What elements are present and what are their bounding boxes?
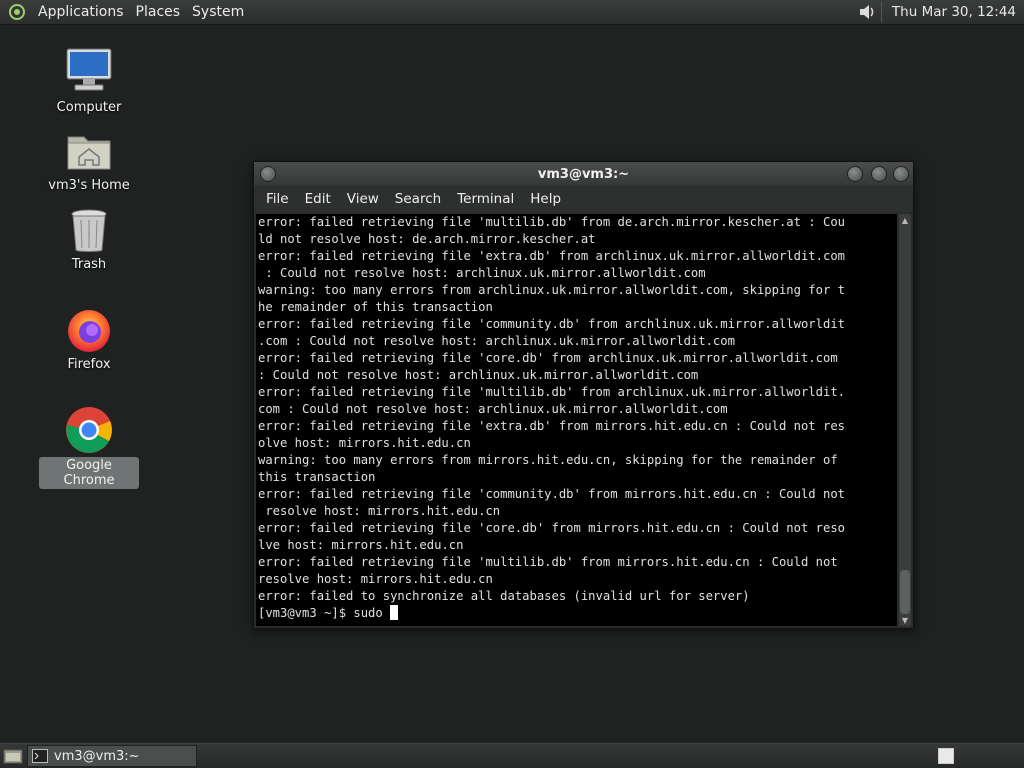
terminal-menubar: File Edit View Search Terminal Help xyxy=(254,186,913,212)
desktop-icon-label: vm3's Home xyxy=(48,178,130,193)
computer-icon xyxy=(66,48,112,91)
terminal-line: he remainder of this transaction xyxy=(258,300,493,314)
terminal-line: .com : Could not resolve host: archlinux… xyxy=(258,334,735,348)
terminal-line: error: failed retrieving file 'multilib.… xyxy=(258,555,838,569)
system-menu[interactable]: System xyxy=(186,4,250,20)
terminal-line: error: failed retrieving file 'core.db' … xyxy=(258,351,838,365)
menu-edit[interactable]: Edit xyxy=(297,191,339,207)
bottom-panel: vm3@vm3:~ xyxy=(0,743,1024,768)
desktop-icon-firefox[interactable]: Firefox xyxy=(39,306,139,373)
terminal-line: ld not resolve host: de.arch.mirror.kesc… xyxy=(258,232,596,246)
terminal-line: error: failed to synchronize all databas… xyxy=(258,589,750,603)
show-desktop-icon[interactable] xyxy=(3,747,23,765)
terminal-line: error: failed retrieving file 'core.db' … xyxy=(258,521,845,535)
terminal-line: error: failed retrieving file 'extra.db'… xyxy=(258,419,845,433)
firefox-icon xyxy=(68,310,110,352)
terminal-icon xyxy=(32,749,48,763)
panel-tray: Thu Mar 30, 12:44 xyxy=(857,0,1024,24)
scroll-up-icon[interactable]: ▲ xyxy=(899,214,911,226)
chrome-icon xyxy=(66,407,112,453)
terminal-scrollbar[interactable]: ▲ ▼ xyxy=(899,214,911,626)
close-icon[interactable] xyxy=(893,166,909,182)
taskbar-item-terminal[interactable]: vm3@vm3:~ xyxy=(27,745,197,767)
terminal-line: olve host: mirrors.hit.edu.cn xyxy=(258,436,471,450)
desktop-icon-home[interactable]: vm3's Home xyxy=(39,127,139,194)
trash-icon xyxy=(71,209,107,252)
clock[interactable]: Thu Mar 30, 12:44 xyxy=(886,4,1024,20)
desktop-icon-label: Google Chrome xyxy=(39,457,139,489)
top-panel: Applications Places System Thu Mar 30, 1… xyxy=(0,0,1024,25)
menu-view[interactable]: View xyxy=(339,191,387,207)
scrollbar-thumb[interactable] xyxy=(900,570,910,614)
terminal-window: vm3@vm3:~ File Edit View Search Terminal… xyxy=(253,161,914,629)
desktop-icon-chrome[interactable]: Google Chrome xyxy=(39,405,139,489)
desktop-icon-label: Computer xyxy=(56,100,122,115)
terminal-line: warning: too many errors from mirrors.hi… xyxy=(258,453,838,467)
terminal-line: com : Could not resolve host: archlinux.… xyxy=(258,402,728,416)
terminal-line: : Could not resolve host: archlinux.uk.m… xyxy=(258,368,699,382)
terminal-line: lve host: mirrors.hit.edu.cn xyxy=(258,538,464,552)
menu-help[interactable]: Help xyxy=(522,191,569,207)
terminal-prompt-line[interactable]: [vm3@vm3 ~]$ sudo xyxy=(256,605,897,622)
terminal-line: error: failed retrieving file 'multilib.… xyxy=(258,385,845,399)
menu-search[interactable]: Search xyxy=(387,191,449,207)
scroll-down-icon[interactable]: ▼ xyxy=(899,614,911,626)
terminal-line: this transaction xyxy=(258,470,376,484)
home-folder-icon xyxy=(67,136,111,170)
terminal-output[interactable]: error: failed retrieving file 'multilib.… xyxy=(256,214,897,626)
desktop-icon-computer[interactable]: Computer xyxy=(39,45,139,116)
terminal-line: resolve host: mirrors.hit.edu.cn xyxy=(258,504,501,518)
terminal-line: resolve host: mirrors.hit.edu.cn xyxy=(258,572,493,586)
desktop-icon-label: Firefox xyxy=(67,357,111,372)
taskbar-item-label: vm3@vm3:~ xyxy=(54,748,140,764)
text-cursor xyxy=(390,605,399,620)
terminal-line: error: failed retrieving file 'community… xyxy=(258,487,845,501)
terminal-line: error: failed retrieving file 'extra.db'… xyxy=(258,249,845,263)
terminal-line: error: failed retrieving file 'community… xyxy=(258,317,845,331)
desktop-icon-label: Trash xyxy=(71,257,107,272)
terminal-line: warning: too many errors from archlinux.… xyxy=(258,283,845,297)
terminal-line: : Could not resolve host: archlinux.uk.m… xyxy=(258,266,706,280)
panel-separator xyxy=(880,2,882,22)
menu-terminal[interactable]: Terminal xyxy=(449,191,522,207)
terminal-line: error: failed retrieving file 'multilib.… xyxy=(258,215,845,229)
desktop-icon-trash[interactable]: Trash xyxy=(39,208,139,273)
places-menu[interactable]: Places xyxy=(130,4,187,20)
menu-file[interactable]: File xyxy=(258,191,297,207)
distro-logo-icon[interactable] xyxy=(6,1,28,23)
applications-menu[interactable]: Applications xyxy=(32,4,130,20)
maximize-icon[interactable] xyxy=(871,166,887,182)
minimize-icon[interactable] xyxy=(847,166,863,182)
window-title: vm3@vm3:~ xyxy=(537,166,630,182)
volume-icon[interactable] xyxy=(857,2,877,22)
window-titlebar[interactable]: vm3@vm3:~ xyxy=(254,162,913,186)
workspace-switcher[interactable] xyxy=(938,748,954,764)
terminal-prompt: [vm3@vm3 ~]$ sudo xyxy=(258,606,391,620)
